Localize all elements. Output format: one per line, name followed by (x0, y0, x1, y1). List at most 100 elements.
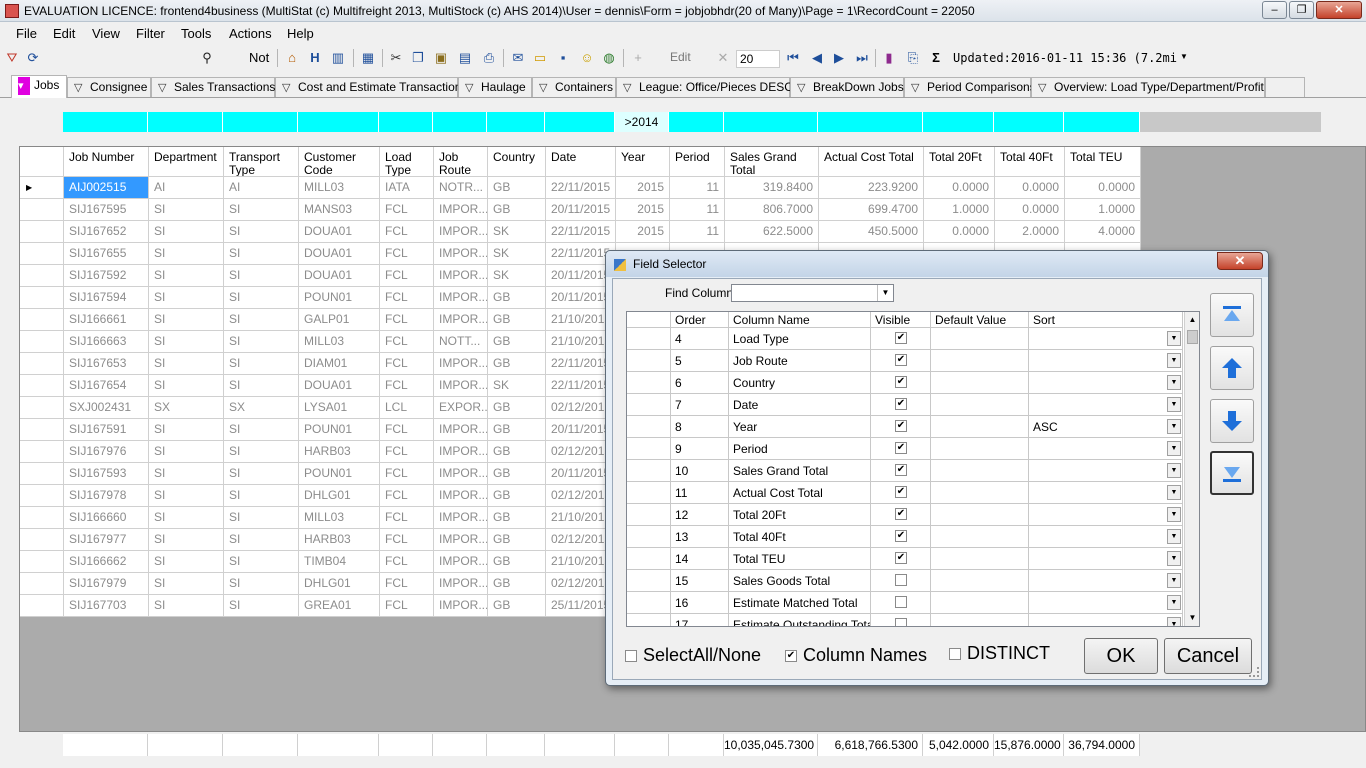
move-up-button[interactable] (1210, 346, 1254, 390)
filter-cell[interactable] (994, 112, 1064, 132)
close-button[interactable]: ✕ (1316, 1, 1362, 19)
column-header[interactable]: Date (546, 147, 616, 177)
ok-button[interactable]: OK (1084, 638, 1158, 674)
table-cell[interactable]: GB (488, 573, 546, 595)
tab-overview[interactable]: ▽ Overview: Load Type/Department/Profit..… (1031, 77, 1265, 97)
table-cell[interactable]: IMPOR... (434, 441, 488, 463)
sort-dropdown[interactable]: ▼ (1029, 482, 1183, 504)
table-cell[interactable]: GB (488, 529, 546, 551)
table-cell[interactable]: GB (488, 419, 546, 441)
table-cell[interactable]: 319.8400 (725, 177, 819, 199)
filter-cell[interactable] (724, 112, 818, 132)
filter-cell[interactable] (1064, 112, 1140, 132)
table-cell[interactable]: NOTT... (434, 331, 488, 353)
table-cell[interactable]: 0.0000 (1065, 177, 1141, 199)
table-cell[interactable]: SIJ167591 (64, 419, 149, 441)
field-order[interactable]: 7 (671, 394, 729, 416)
table-cell[interactable]: IMPOR... (434, 243, 488, 265)
table-cell[interactable]: IMPOR... (434, 199, 488, 221)
table-cell[interactable]: GB (488, 353, 546, 375)
row-header[interactable] (20, 463, 64, 485)
tab-cost-and-estimate[interactable]: ▽ Cost and Estimate Transactions (275, 77, 467, 97)
row-header[interactable] (20, 441, 64, 463)
table-cell[interactable]: SIJ167976 (64, 441, 149, 463)
table-cell[interactable]: DOUA01 (299, 265, 380, 287)
filter-cell[interactable] (923, 112, 994, 132)
table-cell[interactable]: FCL (380, 529, 434, 551)
table-cell[interactable]: IMPOR... (434, 507, 488, 529)
field-order[interactable]: 16 (671, 592, 729, 614)
smiley-icon[interactable]: ☺ (578, 49, 596, 67)
chevron-down-icon[interactable]: ▼ (1167, 573, 1181, 588)
table-cell[interactable]: SI (149, 485, 224, 507)
table-cell[interactable]: GALP01 (299, 309, 380, 331)
column-header[interactable]: Period (670, 147, 725, 177)
table-cell[interactable]: 0.0000 (995, 199, 1065, 221)
field-row-header[interactable] (627, 570, 671, 592)
table-cell[interactable]: 2015 (616, 221, 670, 243)
sort-dropdown[interactable]: ASC ▼ (1029, 416, 1183, 438)
field-default-value[interactable] (931, 394, 1029, 416)
field-default-value[interactable] (931, 372, 1029, 394)
minimize-button[interactable]: – (1262, 1, 1287, 19)
table-cell[interactable]: SI (149, 529, 224, 551)
table-cell[interactable]: SI (149, 441, 224, 463)
field-grid-header[interactable]: Column Name (729, 312, 871, 328)
table-cell[interactable]: 699.4700 (819, 199, 924, 221)
column-header[interactable]: Job Number (64, 147, 149, 177)
table-cell[interactable]: SIJ167592 (64, 265, 149, 287)
visible-checkbox-cell[interactable]: ✔ (871, 350, 931, 372)
field-order[interactable]: 9 (671, 438, 729, 460)
table-cell[interactable]: IMPOR... (434, 221, 488, 243)
visible-checkbox[interactable]: ✔ (895, 530, 907, 542)
table-cell[interactable]: IMPOR... (434, 287, 488, 309)
table-cell[interactable]: SI (149, 353, 224, 375)
field-column-name[interactable]: Estimate Outstanding Total (729, 614, 871, 626)
table-cell[interactable]: GB (488, 287, 546, 309)
table-cell[interactable]: IMPOR... (434, 419, 488, 441)
field-default-value[interactable] (931, 548, 1029, 570)
table-cell[interactable]: 22/11/2015 (546, 221, 616, 243)
table-cell[interactable]: SI (149, 419, 224, 441)
table-cell[interactable]: SIJ167979 (64, 573, 149, 595)
table-cell[interactable]: 11 (670, 221, 725, 243)
table-cell[interactable]: POUN01 (299, 287, 380, 309)
table-cell[interactable]: HARB03 (299, 441, 380, 463)
visible-checkbox-cell[interactable]: ✔ (871, 328, 931, 350)
table-cell[interactable]: DHLG01 (299, 485, 380, 507)
table-cell[interactable]: SK (488, 221, 546, 243)
copy-icon[interactable]: ❐ (409, 49, 427, 67)
table-cell[interactable]: FCL (380, 199, 434, 221)
field-row-header[interactable] (627, 460, 671, 482)
open-folder-icon[interactable]: ▭ (531, 49, 549, 67)
field-default-value[interactable] (931, 328, 1029, 350)
column-names-checkbox[interactable]: ✔ Column Names (785, 645, 927, 666)
visible-checkbox-cell[interactable] (871, 614, 931, 626)
visible-checkbox[interactable]: ✔ (895, 376, 907, 388)
tab-consignee[interactable]: ▽ Consignee (67, 77, 151, 97)
visible-checkbox[interactable]: ✔ (895, 508, 907, 520)
table-cell[interactable]: FCL (380, 485, 434, 507)
cancel-button[interactable]: Cancel (1164, 638, 1252, 674)
email-icon[interactable]: ✉ (509, 49, 527, 67)
search-icon[interactable]: ⚲ (198, 49, 216, 67)
table-cell[interactable]: FCL (380, 265, 434, 287)
field-order[interactable]: 14 (671, 548, 729, 570)
table-cell[interactable]: SIJ167978 (64, 485, 149, 507)
row-header[interactable] (20, 397, 64, 419)
table-cell[interactable]: SI (224, 507, 299, 529)
field-row-header[interactable] (627, 504, 671, 526)
chevron-down-icon[interactable]: ▼ (1167, 353, 1181, 368)
table-cell[interactable]: SIJ167977 (64, 529, 149, 551)
clear-filter-icon[interactable]: ⛛ (3, 49, 21, 67)
table-cell[interactable]: SI (224, 353, 299, 375)
field-order[interactable]: 17 (671, 614, 729, 626)
field-default-value[interactable] (931, 614, 1029, 626)
table-cell[interactable]: GB (488, 331, 546, 353)
table-cell[interactable]: SX (149, 397, 224, 419)
row-header[interactable] (20, 199, 64, 221)
tab-sales-transactions[interactable]: ▽ Sales Transactions (151, 77, 275, 97)
table-cell[interactable]: SI (224, 463, 299, 485)
table-cell[interactable]: IMPOR... (434, 353, 488, 375)
column-header[interactable]: Sales Grand Total (725, 147, 819, 177)
